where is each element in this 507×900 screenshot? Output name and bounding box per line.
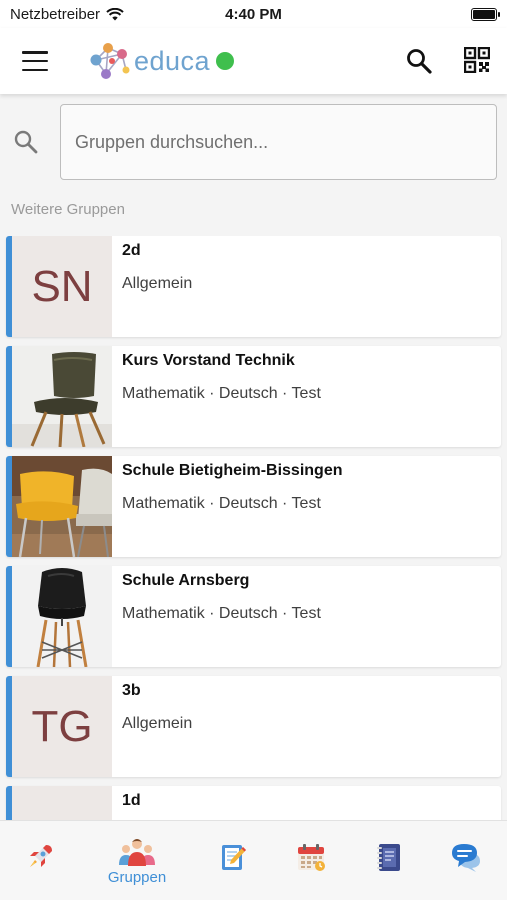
group-card[interactable]: SN 2d Allgemein <box>6 236 501 337</box>
group-name: Schule Arnsberg <box>122 572 250 589</box>
group-subtitle: Mathematik · Deutsch · Test <box>122 385 321 402</box>
group-avatar: SN <box>12 236 112 337</box>
group-initials: SN <box>12 236 112 337</box>
group-name: 3b <box>122 682 141 699</box>
carrier-label: Netzbetreiber <box>10 5 101 23</box>
group-avatar: TG <box>12 786 112 820</box>
menu-button[interactable] <box>20 48 50 74</box>
group-avatar <box>12 566 112 667</box>
search-icon <box>14 130 38 154</box>
group-subtitle: Allgemein <box>122 715 193 732</box>
educa-logo: educa <box>88 38 235 84</box>
online-status-dot <box>216 52 235 70</box>
notebook-icon <box>377 844 400 871</box>
group-card[interactable]: Schule Bietigheim-Bissingen Mathematik ·… <box>6 456 501 557</box>
group-search-row <box>0 104 507 180</box>
dark-chair-photo <box>12 346 112 447</box>
nav-item-notebook[interactable] <box>353 821 425 900</box>
group-avatar <box>12 456 112 557</box>
status-left: Netzbetreiber <box>10 6 124 23</box>
group-subtitle: Mathematik · Deutsch · Test <box>122 495 321 512</box>
group-search-input[interactable] <box>60 104 497 180</box>
calendar-icon <box>298 844 325 871</box>
group-card[interactable]: TG 1d <box>6 786 501 820</box>
bottom-navigation: Gruppen <box>0 820 507 900</box>
nav-label-groups: Gruppen <box>107 869 167 886</box>
nav-item-groups[interactable]: Gruppen <box>101 821 173 900</box>
menu-icon-line <box>22 51 48 54</box>
nav-item-calendar[interactable] <box>275 821 347 900</box>
section-heading: Weitere Gruppen <box>11 201 125 218</box>
chat-icon <box>452 844 480 872</box>
app-screen: Netzbetreiber 4:40 PM educa Gruppen durc… <box>0 0 507 900</box>
status-bar: Netzbetreiber 4:40 PM <box>0 0 507 28</box>
logo-text: educa <box>134 45 211 76</box>
group-avatar: TG <box>12 676 112 777</box>
group-card[interactable]: TG 3b Allgemein <box>6 676 501 777</box>
menu-icon-line <box>22 59 48 63</box>
menu-icon-line <box>22 68 48 71</box>
group-initials: TG <box>12 676 112 777</box>
group-name: 2d <box>122 242 141 259</box>
molecule-logo-icon <box>90 43 130 79</box>
nav-item-notes[interactable] <box>197 821 269 900</box>
groups-icon <box>119 839 155 866</box>
black-chair-photo <box>12 566 112 667</box>
notes-icon <box>222 845 246 870</box>
group-subtitle: Allgemein <box>122 275 193 292</box>
group-list: SN 2d Allgemein Kurs Vorstand Technik Ma… <box>0 236 507 820</box>
group-card[interactable]: Kurs Vorstand Technik Mathematik · Deuts… <box>6 346 501 447</box>
qr-code-icon[interactable] <box>464 47 490 73</box>
group-name: Schule Bietigheim-Bissingen <box>122 462 343 479</box>
group-name: 1d <box>122 792 141 809</box>
wifi-icon <box>106 7 124 20</box>
group-initials: TG <box>12 786 112 820</box>
search-icon[interactable] <box>404 46 434 76</box>
nav-item-home[interactable] <box>4 821 76 900</box>
app-header: educa <box>0 28 507 94</box>
group-avatar <box>12 346 112 447</box>
rocket-icon <box>30 845 52 867</box>
group-subtitle: Mathematik · Deutsch · Test <box>122 605 321 622</box>
group-card[interactable]: Schule Arnsberg Mathematik · Deutsch · T… <box>6 566 501 667</box>
nav-item-messages[interactable] <box>430 821 502 900</box>
yellow-chairs-photo <box>12 456 112 557</box>
battery-icon <box>471 7 500 21</box>
group-name: Kurs Vorstand Technik <box>122 352 295 369</box>
